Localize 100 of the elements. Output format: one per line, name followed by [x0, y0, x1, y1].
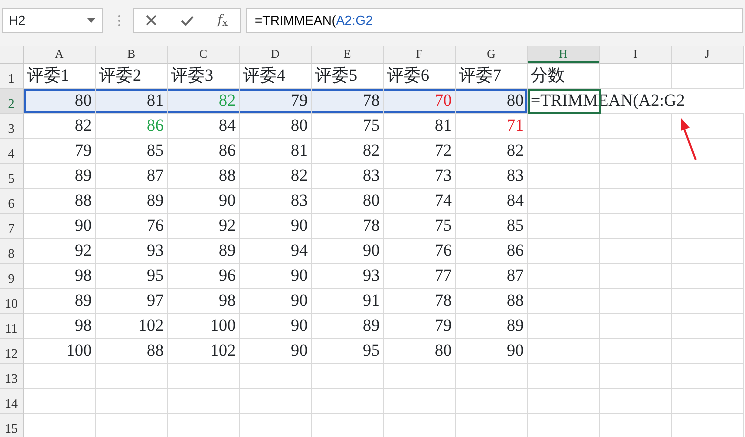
empty-cell[interactable]: [672, 164, 744, 189]
table-cell[interactable]: 90: [240, 339, 312, 364]
empty-cell[interactable]: [600, 139, 672, 164]
empty-cell[interactable]: [528, 239, 600, 264]
table-cell[interactable]: 92: [24, 239, 96, 264]
table-cell[interactable]: 80: [240, 114, 312, 139]
table-cell[interactable]: 89: [24, 289, 96, 314]
empty-cell[interactable]: [528, 364, 600, 389]
row-header[interactable]: 14: [0, 389, 24, 414]
table-cell[interactable]: 91: [312, 289, 384, 314]
table-cell[interactable]: 98: [168, 289, 240, 314]
row-header[interactable]: 8: [0, 239, 24, 264]
empty-cell[interactable]: [600, 364, 672, 389]
table-cell[interactable]: 90: [456, 339, 528, 364]
column-header[interactable]: H: [528, 46, 600, 64]
table-cell[interactable]: 79: [240, 89, 312, 114]
empty-cell[interactable]: [528, 264, 600, 289]
empty-cell[interactable]: [600, 389, 672, 414]
empty-cell[interactable]: [600, 214, 672, 239]
select-all-corner[interactable]: [0, 46, 24, 64]
table-cell[interactable]: 88: [24, 189, 96, 214]
column-header[interactable]: E: [312, 46, 384, 64]
table-cell[interactable]: 89: [312, 314, 384, 339]
table-cell[interactable]: 94: [240, 239, 312, 264]
column-header[interactable]: A: [24, 46, 96, 64]
table-cell[interactable]: 88: [456, 289, 528, 314]
empty-cell[interactable]: [600, 239, 672, 264]
empty-cell[interactable]: [672, 214, 744, 239]
empty-cell[interactable]: [240, 389, 312, 414]
table-cell[interactable]: 87: [96, 164, 168, 189]
table-cell[interactable]: 81: [240, 139, 312, 164]
empty-cell[interactable]: [96, 389, 168, 414]
empty-cell[interactable]: [672, 389, 744, 414]
table-cell[interactable]: 88: [168, 164, 240, 189]
table-cell[interactable]: 102: [168, 339, 240, 364]
table-cell[interactable]: 89: [168, 239, 240, 264]
table-cell[interactable]: 79: [24, 139, 96, 164]
row-header[interactable]: 1: [0, 64, 24, 89]
table-cell[interactable]: 90: [240, 289, 312, 314]
table-cell[interactable]: 90: [312, 239, 384, 264]
empty-cell[interactable]: [528, 139, 600, 164]
table-cell[interactable]: 75: [384, 214, 456, 239]
table-cell[interactable]: 90: [168, 189, 240, 214]
column-header[interactable]: F: [384, 46, 456, 64]
empty-cell[interactable]: [528, 164, 600, 189]
name-box[interactable]: H2: [2, 8, 103, 33]
empty-cell[interactable]: [240, 364, 312, 389]
table-cell[interactable]: 78: [312, 89, 384, 114]
table-cell[interactable]: 80: [24, 89, 96, 114]
table-cell[interactable]: 76: [96, 214, 168, 239]
table-cell[interactable]: 95: [96, 264, 168, 289]
empty-cell[interactable]: [600, 339, 672, 364]
column-header[interactable]: G: [456, 46, 528, 64]
table-cell[interactable]: 97: [96, 289, 168, 314]
empty-cell[interactable]: [672, 264, 744, 289]
table-cell[interactable]: 70: [384, 89, 456, 114]
row-header[interactable]: 4: [0, 139, 24, 164]
empty-cell[interactable]: [528, 389, 600, 414]
table-cell[interactable]: 84: [456, 189, 528, 214]
empty-cell[interactable]: [528, 339, 600, 364]
empty-cell[interactable]: [600, 164, 672, 189]
empty-cell[interactable]: [672, 239, 744, 264]
table-cell[interactable]: 74: [384, 189, 456, 214]
table-cell[interactable]: 83: [240, 189, 312, 214]
empty-cell[interactable]: [528, 189, 600, 214]
table-cell[interactable]: 100: [24, 339, 96, 364]
table-cell[interactable]: 86: [168, 139, 240, 164]
table-cell[interactable]: 71: [456, 114, 528, 139]
column-header[interactable]: D: [240, 46, 312, 64]
row-header[interactable]: 13: [0, 364, 24, 389]
empty-cell[interactable]: [96, 364, 168, 389]
row-header[interactable]: 6: [0, 189, 24, 214]
table-cell[interactable]: 81: [384, 114, 456, 139]
table-cell[interactable]: 102: [96, 314, 168, 339]
table-cell[interactable]: 72: [384, 139, 456, 164]
empty-cell[interactable]: [312, 389, 384, 414]
table-cell[interactable]: 90: [24, 214, 96, 239]
more-options-icon[interactable]: [118, 15, 121, 27]
empty-cell[interactable]: [600, 114, 672, 139]
table-cell[interactable]: 73: [384, 164, 456, 189]
table-cell[interactable]: 85: [96, 139, 168, 164]
table-cell[interactable]: 90: [240, 214, 312, 239]
row-header[interactable]: 12: [0, 339, 24, 364]
table-cell[interactable]: 76: [384, 239, 456, 264]
column-header[interactable]: C: [168, 46, 240, 64]
table-cell[interactable]: 83: [456, 164, 528, 189]
row-header[interactable]: 10: [0, 289, 24, 314]
row-header[interactable]: 9: [0, 264, 24, 289]
header-cell[interactable]: 分数: [528, 64, 600, 89]
empty-cell[interactable]: [384, 389, 456, 414]
formula-input[interactable]: =TRIMMEAN(A2:G2: [246, 8, 743, 33]
table-cell[interactable]: 83: [312, 164, 384, 189]
empty-cell[interactable]: [672, 314, 744, 339]
row-header[interactable]: 7: [0, 214, 24, 239]
row-header[interactable]: 5: [0, 164, 24, 189]
table-cell[interactable]: 95: [312, 339, 384, 364]
row-header[interactable]: 2: [0, 89, 24, 114]
empty-cell[interactable]: [672, 364, 744, 389]
empty-cell[interactable]: [672, 189, 744, 214]
empty-cell[interactable]: [456, 389, 528, 414]
